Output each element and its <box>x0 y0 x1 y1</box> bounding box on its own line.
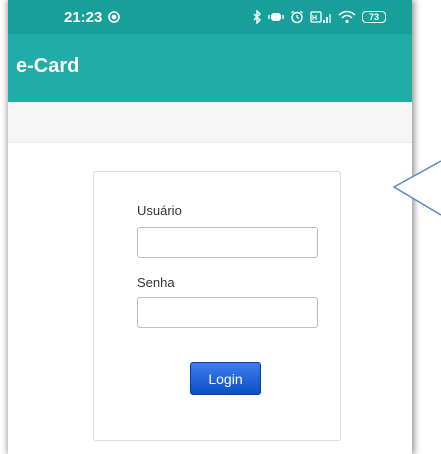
main-content: Usuário Senha Login <box>8 143 412 454</box>
wifi-icon <box>338 10 356 24</box>
record-icon <box>108 11 121 23</box>
battery-icon: 73 <box>362 11 386 23</box>
page-header-strip <box>8 102 412 143</box>
username-label: Usuário <box>137 203 182 218</box>
login-card: Usuário Senha Login <box>93 171 341 441</box>
status-right: 73 <box>252 10 386 24</box>
bluetooth-icon <box>252 10 262 24</box>
password-label: Senha <box>137 275 175 290</box>
status-bar: 21:23 73 <box>8 0 412 34</box>
app-title: e-Card <box>16 54 80 77</box>
login-button[interactable]: Login <box>190 362 261 395</box>
phone-screen: 21:23 73 e-Card Usuário Senha Login <box>8 0 412 454</box>
password-input[interactable] <box>137 297 318 328</box>
app-bar: e-Card <box>8 34 412 102</box>
callout-pointer <box>392 157 441 226</box>
hd-signal-icon <box>310 10 332 24</box>
status-time: 21:23 <box>64 8 103 26</box>
screenshot-stage: 21:23 73 e-Card Usuário Senha Login <box>0 0 441 454</box>
alarm-icon <box>290 10 304 24</box>
vibrate-icon <box>268 11 284 23</box>
username-input[interactable] <box>137 227 318 258</box>
status-left: 21:23 <box>64 8 121 26</box>
